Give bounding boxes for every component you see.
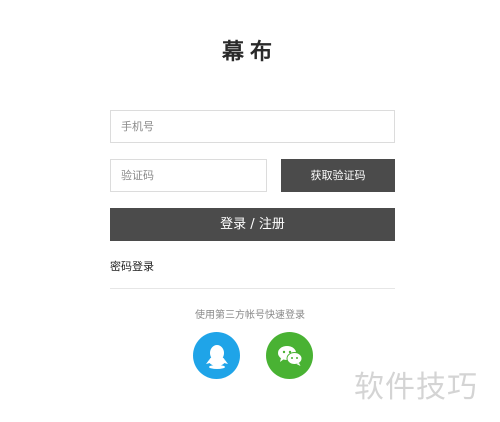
qq-login-button[interactable] <box>193 332 240 379</box>
app-logo: 幕布 <box>221 39 278 65</box>
divider <box>110 288 395 289</box>
password-login-link[interactable]: 密码登录 <box>110 258 154 274</box>
verification-code-input[interactable] <box>110 159 267 192</box>
login-page: 幕布 获取验证码 登录 / 注册 密码登录 使用第三方帐号快速登录 软件技巧 <box>0 0 500 422</box>
qq-icon <box>205 344 228 369</box>
phone-input[interactable] <box>110 110 395 143</box>
get-code-button[interactable]: 获取验证码 <box>281 159 395 192</box>
watermark-text: 软件技巧 <box>354 370 478 405</box>
wechat-login-button[interactable] <box>266 332 313 379</box>
third-party-login-label: 使用第三方帐号快速登录 <box>195 310 305 321</box>
wechat-icon <box>277 345 302 366</box>
login-register-button[interactable]: 登录 / 注册 <box>110 208 395 241</box>
